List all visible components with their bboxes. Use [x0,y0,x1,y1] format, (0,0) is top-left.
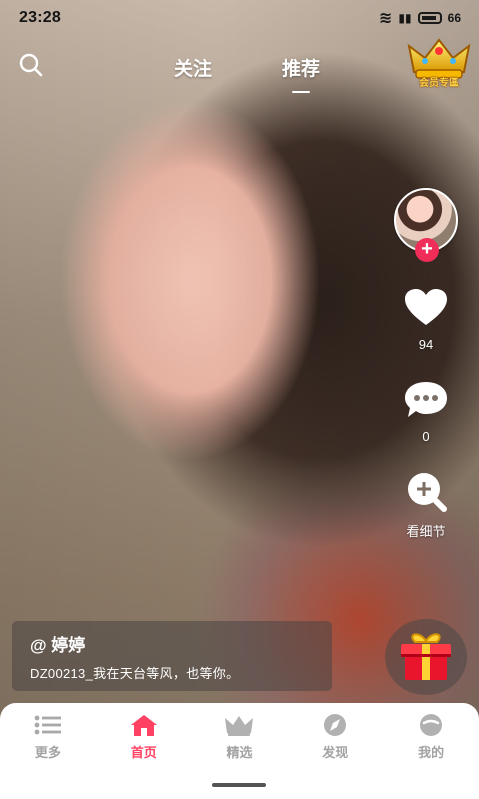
signal-icon: ▮▮ [398,11,412,25]
nav-profile-label: 我的 [418,745,445,760]
face-icon [416,713,446,737]
comment-count: 0 [422,429,430,444]
status-bar: 23:28 ≋ ▮▮ 66 [0,0,479,36]
compass-icon [320,713,350,737]
vip-zone-label: 会员专區 [419,78,459,89]
tab-following[interactable]: 关注 [172,52,214,83]
gift-button[interactable] [385,619,467,695]
author-avatar-button[interactable]: + [394,188,458,262]
bottom-nav-items: 更多 首页 精选 发现 我的 [0,713,479,761]
nav-more[interactable]: 更多 [0,713,96,761]
gift-box-icon [401,633,451,680]
caption-text: DZ00213_我在天台等风，也等你。 [30,666,240,681]
comment-button[interactable]: 0 [403,378,449,444]
caption-author[interactable]: @ 婷婷 [30,631,314,656]
video-feed-screen: 23:28 ≋ ▮▮ 66 关注 推荐 会员专區 + 94 0 看细节 @ 婷婷… [0,0,479,799]
nav-discover-label: 发现 [322,745,349,760]
search-icon [19,53,43,77]
top-navigation: 关注 推荐 会员专區 [0,38,479,98]
heart-icon [403,286,449,330]
crown-icon [224,713,254,737]
nav-home[interactable]: 首页 [96,713,192,761]
like-button[interactable]: 94 [403,286,449,352]
status-icons: ≋ ▮▮ 66 [379,8,461,28]
list-icon [33,713,63,737]
nav-profile[interactable]: 我的 [383,713,479,761]
magnifier-plus-icon [403,470,449,514]
home-icon [129,713,159,737]
battery-level: 66 [447,11,461,25]
nav-home-label: 首页 [130,745,157,760]
status-time: 23:28 [19,9,61,26]
comment-icon [403,378,449,422]
nav-featured[interactable]: 精选 [192,713,288,761]
like-count: 94 [418,337,434,352]
feed-tabs: 关注 推荐 [172,52,322,92]
vip-zone-button[interactable]: 会员专區 [407,36,471,94]
battery-icon [417,12,442,24]
search-button[interactable] [16,50,46,80]
tab-recommended[interactable]: 推荐 [280,52,322,83]
wifi-icon: ≋ [379,10,393,27]
nav-more-label: 更多 [34,745,61,760]
view-details-button[interactable]: 看细节 [403,470,449,540]
follow-button[interactable]: + [415,238,439,262]
bottom-navigation: 更多 首页 精选 发现 我的 [0,703,479,799]
nav-discover[interactable]: 发现 [287,713,383,761]
nav-featured-label: 精选 [226,745,253,760]
view-details-label: 看细节 [406,524,446,539]
home-gesture-bar[interactable] [212,783,266,787]
video-caption: @ 婷婷 DZ00213_我在天台等风，也等你。 [12,621,332,691]
action-rail: + 94 0 看细节 [391,188,461,540]
